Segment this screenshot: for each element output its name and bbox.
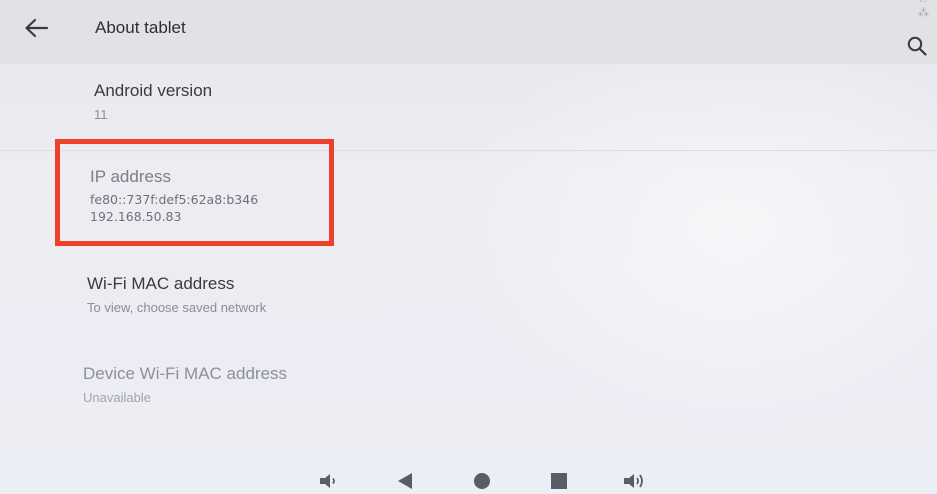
setting-title: Android version (94, 81, 213, 100)
setting-wifi-mac-address[interactable]: Wi-Fi MAC address To view, choose saved … (87, 274, 266, 316)
setting-value: 11 (94, 107, 108, 122)
about-tablet-screen: About tablet ⇔ ⁂ Android version 11 IP a… (0, 0, 937, 494)
volume-up-icon (624, 474, 643, 488)
app-bar: About tablet (0, 0, 937, 64)
setting-title: Wi-Fi MAC address (87, 274, 235, 293)
setting-android-version[interactable]: Android version 11 (94, 81, 212, 123)
home-circle-icon (474, 473, 490, 489)
setting-value: To view, choose saved network (87, 300, 267, 315)
recents-square-icon (551, 473, 567, 489)
ipv6-address: fe80::737f:def5:62a8:b346 (90, 192, 259, 207)
volume-up-button[interactable] (620, 468, 650, 494)
ipv4-address: 192.168.50.83 (90, 209, 182, 224)
back-triangle-icon (398, 473, 412, 489)
page-title: About tablet (95, 18, 186, 37)
setting-ip-address[interactable]: IP address fe80::737f:def5:62a8:b346 192… (90, 167, 258, 225)
arrow-left-icon (25, 18, 49, 38)
divider (0, 150, 937, 151)
volume-down-icon (320, 474, 335, 488)
home-nav-button[interactable] (467, 468, 497, 494)
back-nav-button[interactable] (390, 468, 420, 494)
navigation-bar (0, 458, 937, 494)
screen-glare (420, 40, 937, 460)
setting-value: Unavailable (83, 390, 151, 405)
back-button[interactable] (18, 12, 54, 44)
volume-down-button[interactable] (314, 468, 344, 494)
recents-nav-button[interactable] (544, 468, 574, 494)
status-bar-icon: ⇔ ⁂ (918, 0, 929, 19)
setting-title: IP address (90, 167, 171, 186)
search-button[interactable] (900, 30, 934, 62)
search-icon (907, 36, 927, 56)
setting-title: Device Wi-Fi MAC address (83, 364, 288, 383)
setting-device-wifi-mac-address: Device Wi-Fi MAC address Unavailable (83, 364, 287, 406)
